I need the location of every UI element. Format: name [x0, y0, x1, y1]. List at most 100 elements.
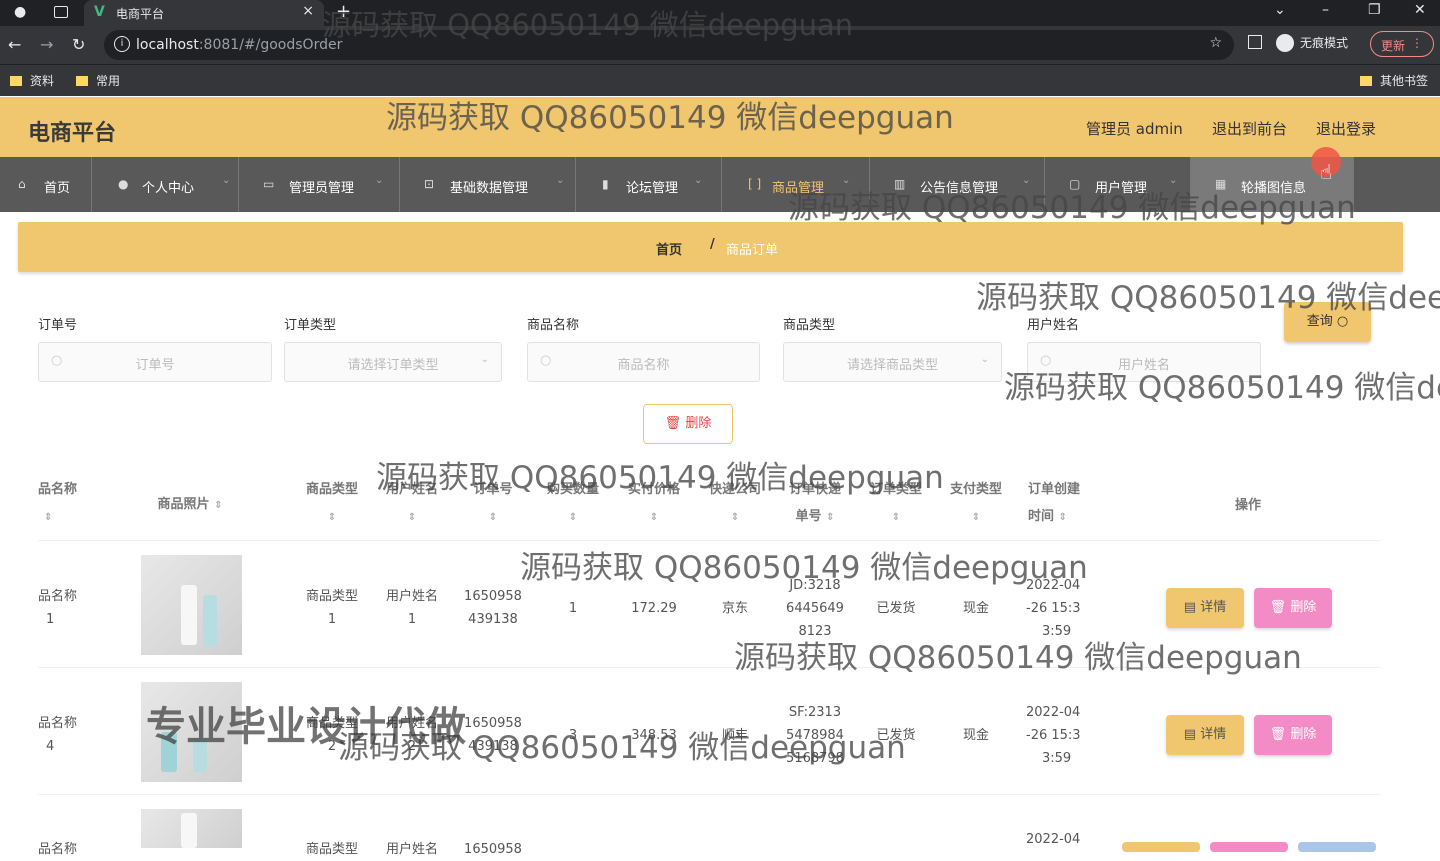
- trash-icon: 🗑: [1269, 727, 1287, 742]
- col-price[interactable]: 实付价格 ⇕: [622, 476, 686, 531]
- col-goods-type[interactable]: 商品类型 ⇕: [300, 476, 364, 531]
- menu-item-forum[interactable]: ▮ 论坛管理 ⌄: [576, 157, 722, 212]
- incognito-badge[interactable]: 无痕模式: [1276, 34, 1348, 52]
- col-order-type[interactable]: 订单类型 ⇕: [864, 476, 928, 531]
- sort-icon[interactable]: ⇕: [1059, 512, 1067, 523]
- sort-icon[interactable]: ⇕: [892, 512, 900, 523]
- menu-item-basedata[interactable]: ⊡ 基础数据管理 ⌄: [400, 157, 576, 212]
- forward-icon[interactable]: →: [40, 35, 53, 54]
- menu-item-goods[interactable]: [ ] 商品管理 ⌄: [722, 157, 870, 212]
- back-icon[interactable]: ←: [8, 35, 21, 54]
- cell-price: 172.29: [631, 601, 677, 616]
- delete-button[interactable]: [1210, 842, 1288, 852]
- sidebar-toggle-icon[interactable]: [1248, 35, 1262, 49]
- sort-icon[interactable]: ⇕: [569, 512, 577, 523]
- col-user-name[interactable]: 用户姓名 ⇕: [380, 476, 444, 531]
- menu-item-notice[interactable]: ▥ 公告信息管理 ⌄: [870, 157, 1045, 212]
- bookmark-star-icon[interactable]: ☆: [1209, 35, 1222, 51]
- detail-button[interactable]: ▤ 详情: [1166, 715, 1244, 755]
- header-label: 快递公司: [708, 482, 761, 497]
- detail-button[interactable]: [1122, 842, 1200, 852]
- delete-button[interactable]: 🗑 删除: [1254, 715, 1332, 755]
- brand-title: 电商平台: [28, 121, 117, 146]
- sort-icon[interactable]: ⇕: [826, 512, 834, 523]
- chevron-down-icon: ⌄: [694, 175, 703, 186]
- user-name-placeholder: 用户姓名: [1117, 358, 1170, 373]
- reload-icon[interactable]: ↻: [72, 35, 85, 54]
- user-name-input[interactable]: ○ 用户姓名: [1027, 342, 1261, 382]
- col-create-time[interactable]: 订单创建 时间 ⇕: [1028, 476, 1088, 531]
- breadcrumb-current: 商品订单: [726, 243, 779, 258]
- cell-goods-name: 品名称 4: [38, 716, 78, 754]
- query-button[interactable]: 查询 ○: [1284, 302, 1371, 342]
- col-express[interactable]: 快递公司 ⇕: [702, 476, 768, 531]
- cell-order-no: 1650958 439138: [464, 716, 522, 754]
- cell-quantity: 3: [568, 728, 578, 743]
- goods-type-select[interactable]: 请选择商品类型 ⌄: [783, 342, 1002, 382]
- sort-icon[interactable]: ⇕: [972, 512, 980, 523]
- update-button[interactable]: 更新 ⋮: [1370, 31, 1434, 57]
- user-icon: ●: [118, 177, 129, 191]
- chevron-down-icon[interactable]: ⌄: [1274, 2, 1286, 18]
- bookmark-other[interactable]: 其他书签: [1360, 72, 1428, 89]
- to-front-link[interactable]: 退出到前台: [1212, 118, 1287, 139]
- delete-button[interactable]: 🗑 删除: [1254, 588, 1332, 628]
- col-tracking[interactable]: 订单快递 单号 ⇕: [782, 476, 848, 531]
- col-order-no[interactable]: 订单号 ⇕: [462, 476, 524, 531]
- col-pay-type[interactable]: 支付类型 ⇕: [944, 476, 1008, 531]
- tab-strip-icon[interactable]: [54, 6, 68, 18]
- bookmark-folder-ziliao[interactable]: 资料: [10, 72, 54, 89]
- carousel-icon: ▦: [1215, 177, 1227, 191]
- cell-tracking: JD:3218 6445649 8123: [786, 578, 844, 639]
- logout-link[interactable]: 退出登录: [1316, 118, 1376, 139]
- main-menu: ⌂ 首页 ● 个人中心 ⌄ ▭ 管理员管理 ⌄ ⊡ 基础数据管理 ⌄ ▮ 论坛管…: [0, 157, 1440, 212]
- order-type-select[interactable]: 请选择订单类型 ⌄: [284, 342, 502, 382]
- site-info-icon[interactable]: i: [114, 36, 130, 52]
- incognito-label: 无痕模式: [1300, 36, 1349, 50]
- sort-icon[interactable]: ⇕: [328, 512, 336, 523]
- menu-item-home[interactable]: ⌂ 首页: [0, 157, 92, 212]
- sort-icon[interactable]: ⇕: [731, 512, 739, 523]
- minimize-icon[interactable]: –: [1322, 2, 1329, 18]
- col-goods-photo[interactable]: 商品照片 ⇕: [140, 491, 240, 519]
- menu-item-profile[interactable]: ● 个人中心 ⌄: [92, 157, 239, 212]
- header-label: 购买数量: [546, 482, 599, 497]
- chevron-down-icon: ⌄: [842, 175, 851, 186]
- menu-label: 用户管理: [1095, 181, 1148, 196]
- sort-icon[interactable]: ⇕: [214, 500, 222, 511]
- bookmark-label: 其他书签: [1380, 74, 1429, 88]
- chevron-down-icon: ⌄: [480, 354, 489, 365]
- row-divider: [38, 794, 1380, 795]
- close-tab-icon[interactable]: ×: [302, 3, 314, 19]
- close-window-icon[interactable]: ✕: [1414, 2, 1426, 18]
- new-tab-icon[interactable]: +: [336, 1, 351, 22]
- order-no-input[interactable]: ○ 订单号: [38, 342, 272, 382]
- header-label: 商品类型: [305, 482, 358, 497]
- detail-button[interactable]: ▤ 详情: [1166, 588, 1244, 628]
- batch-delete-button[interactable]: 🗑 删除: [643, 404, 733, 444]
- document-icon: ▤: [1183, 600, 1197, 615]
- extra-action-button[interactable]: [1298, 842, 1376, 852]
- order-type-placeholder: 请选择订单类型: [347, 358, 439, 373]
- breadcrumb-home[interactable]: 首页: [656, 239, 682, 258]
- sort-icon[interactable]: ⇕: [408, 512, 416, 523]
- header-label: 用户姓名: [385, 482, 438, 497]
- browser-menu-icon[interactable]: ●: [14, 4, 26, 20]
- goods-photo[interactable]: [141, 555, 242, 655]
- menu-item-admin[interactable]: ▭ 管理员管理 ⌄: [239, 157, 400, 212]
- cell-create-time: 2022-04 -26 15:3 3:59: [1026, 578, 1081, 639]
- browser-tab[interactable]: V 电商平台 ×: [84, 0, 324, 26]
- url-input[interactable]: i localhost:8081/#/goodsOrder ☆: [104, 30, 1234, 60]
- menu-item-users[interactable]: ▢ 用户管理 ⌄: [1045, 157, 1191, 212]
- breadcrumb: 首页 / 商品订单: [18, 222, 1403, 272]
- col-quantity[interactable]: 购买数量 ⇕: [540, 476, 606, 531]
- col-goods-name[interactable]: 品名称 ⇕: [38, 476, 78, 531]
- sort-icon[interactable]: ⇕: [489, 512, 497, 523]
- restore-icon[interactable]: ❐: [1368, 2, 1381, 18]
- bookmark-folder-changyong[interactable]: 常用: [76, 72, 120, 89]
- sort-icon[interactable]: ⇕: [650, 512, 658, 523]
- goods-name-input[interactable]: ○ 商品名称: [527, 342, 760, 382]
- update-label: 更新: [1381, 39, 1406, 53]
- sort-icon[interactable]: ⇕: [38, 512, 52, 523]
- goods-photo[interactable]: [141, 809, 242, 848]
